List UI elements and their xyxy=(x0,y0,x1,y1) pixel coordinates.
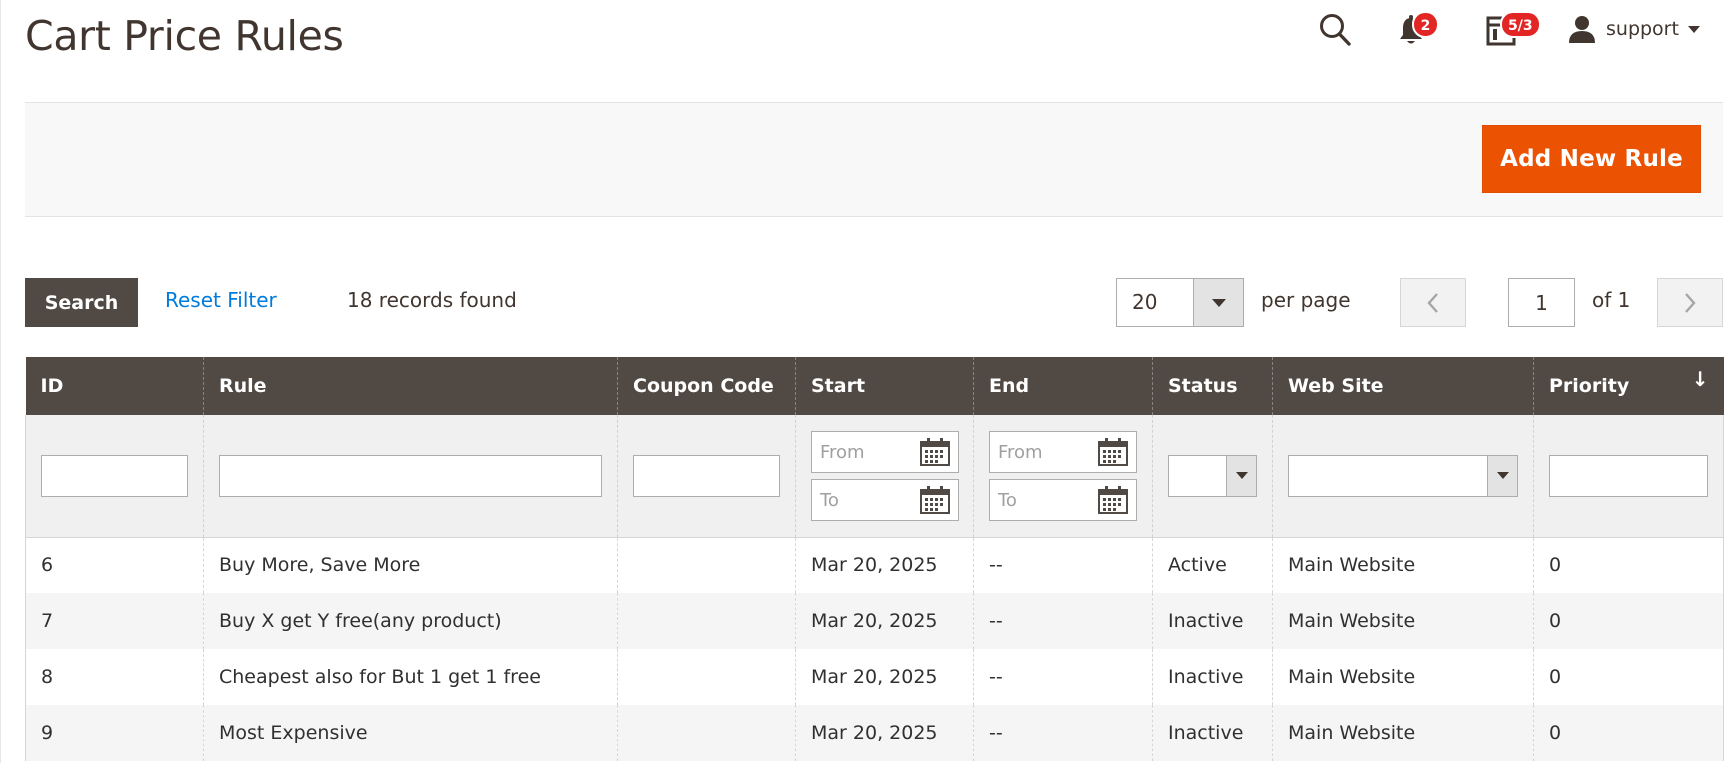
column-header-rule[interactable]: Rule xyxy=(203,357,618,415)
page-actions-bar: Add New Rule xyxy=(25,102,1723,217)
calendar-icon[interactable] xyxy=(920,485,950,514)
per-page-value: 20 xyxy=(1132,290,1158,314)
table-row[interactable]: 6 Buy More, Save More Mar 20, 2025 -- Ac… xyxy=(25,537,1724,593)
per-page-label: per page xyxy=(1261,288,1351,312)
cell-priority: 0 xyxy=(1533,649,1724,705)
filter-end-to-placeholder: To xyxy=(998,489,1017,511)
total-pages-label: of 1 xyxy=(1592,288,1631,312)
calendar-icon[interactable] xyxy=(1098,485,1128,514)
cell-rule: Most Expensive xyxy=(203,705,618,761)
records-found: 18 records found xyxy=(347,288,517,312)
filter-end-to-input[interactable]: To xyxy=(989,478,1137,521)
cell-end: -- xyxy=(973,537,1153,593)
reset-filter-link[interactable]: Reset Filter xyxy=(165,288,277,312)
column-headers: ID Rule Coupon Code Start End Status Web… xyxy=(25,357,1724,415)
cart-price-rules-grid: ID Rule Coupon Code Start End Status Web… xyxy=(25,357,1724,761)
user-name: support xyxy=(1606,18,1679,40)
add-new-rule-button[interactable]: Add New Rule xyxy=(1482,125,1701,193)
cell-website: Main Website xyxy=(1272,705,1534,761)
user-menu[interactable]: support xyxy=(1567,12,1700,46)
sort-descending-icon: ↓ xyxy=(1691,367,1709,391)
per-page-select[interactable]: 20 xyxy=(1116,278,1244,327)
cell-rule: Buy X get Y free(any product) xyxy=(203,593,618,649)
filter-start-to-placeholder: To xyxy=(820,489,839,511)
cell-start: Mar 20, 2025 xyxy=(795,593,974,649)
cell-id: 7 xyxy=(25,593,204,649)
column-header-priority[interactable]: Priority ↓ xyxy=(1533,357,1724,415)
system-messages-button[interactable]: 5/3 xyxy=(1486,11,1546,52)
cell-end: -- xyxy=(973,593,1153,649)
cell-start: Mar 20, 2025 xyxy=(795,705,974,761)
calendar-icon[interactable] xyxy=(920,437,950,466)
cell-end: -- xyxy=(973,705,1153,761)
current-page-input[interactable] xyxy=(1508,278,1575,327)
cell-coupon-code xyxy=(617,537,796,593)
filter-start-to-input[interactable]: To xyxy=(811,478,959,521)
filter-end-from-placeholder: From xyxy=(998,441,1043,463)
filter-id-input[interactable] xyxy=(41,454,188,497)
column-header-coupon-code[interactable]: Coupon Code xyxy=(617,357,796,415)
cell-end: -- xyxy=(973,649,1153,705)
chevron-down-icon xyxy=(1235,472,1248,480)
cell-status: Inactive xyxy=(1152,593,1273,649)
chevron-left-icon xyxy=(1427,292,1438,313)
notifications-badge: 2 xyxy=(1412,11,1439,38)
cell-priority: 0 xyxy=(1533,593,1724,649)
column-header-end[interactable]: End xyxy=(973,357,1153,415)
filter-end-from-input[interactable]: From xyxy=(989,430,1137,473)
cell-id: 6 xyxy=(25,537,204,593)
chevron-down-icon xyxy=(1211,298,1226,307)
chevron-down-icon xyxy=(1687,25,1700,33)
filter-coupon-code-input[interactable] xyxy=(633,454,780,497)
cell-rule: Cheapest also for But 1 get 1 free xyxy=(203,649,618,705)
cell-status: Active xyxy=(1152,537,1273,593)
cell-status: Inactive xyxy=(1152,649,1273,705)
table-row[interactable]: 9 Most Expensive Mar 20, 2025 -- Inactiv… xyxy=(25,705,1724,761)
column-header-id[interactable]: ID xyxy=(25,357,204,415)
cell-website: Main Website xyxy=(1272,593,1534,649)
cell-id: 9 xyxy=(25,705,204,761)
previous-page-button[interactable] xyxy=(1400,278,1466,327)
page-edge xyxy=(0,0,1,763)
column-header-start[interactable]: Start xyxy=(795,357,974,415)
chevron-down-icon xyxy=(1496,472,1509,480)
filter-rule-input[interactable] xyxy=(219,454,602,497)
filter-website-select[interactable] xyxy=(1288,454,1518,497)
cell-priority: 0 xyxy=(1533,537,1724,593)
notifications-button[interactable]: 2 xyxy=(1398,11,1448,52)
filter-status-select[interactable] xyxy=(1168,454,1257,497)
cell-status: Inactive xyxy=(1152,705,1273,761)
calendar-icon[interactable] xyxy=(1098,437,1128,466)
cell-rule: Buy More, Save More xyxy=(203,537,618,593)
user-icon xyxy=(1569,16,1595,43)
column-header-status[interactable]: Status xyxy=(1152,357,1273,415)
cell-coupon-code xyxy=(617,593,796,649)
page-title: Cart Price Rules xyxy=(25,12,344,60)
search-button[interactable]: Search xyxy=(25,278,138,327)
search-icon[interactable] xyxy=(1318,12,1352,52)
table-row[interactable]: 8 Cheapest also for But 1 get 1 free Mar… xyxy=(25,649,1724,705)
system-messages-badge: 5/3 xyxy=(1500,11,1541,38)
cell-priority: 0 xyxy=(1533,705,1724,761)
cell-id: 8 xyxy=(25,649,204,705)
per-page-toggle[interactable] xyxy=(1193,279,1243,326)
cell-coupon-code xyxy=(617,649,796,705)
column-header-priority-label: Priority xyxy=(1549,375,1630,397)
cell-website: Main Website xyxy=(1272,537,1534,593)
filter-start-from-input[interactable]: From xyxy=(811,430,959,473)
table-row[interactable]: 7 Buy X get Y free(any product) Mar 20, … xyxy=(25,593,1724,649)
cell-start: Mar 20, 2025 xyxy=(795,649,974,705)
filter-priority-input[interactable] xyxy=(1549,454,1708,497)
cell-start: Mar 20, 2025 xyxy=(795,537,974,593)
filter-start-from-placeholder: From xyxy=(820,441,865,463)
next-page-button[interactable] xyxy=(1657,278,1723,327)
filter-row: From To From To xyxy=(25,415,1724,538)
chevron-right-icon xyxy=(1685,292,1696,313)
cell-website: Main Website xyxy=(1272,649,1534,705)
cell-coupon-code xyxy=(617,705,796,761)
column-header-website[interactable]: Web Site xyxy=(1272,357,1534,415)
